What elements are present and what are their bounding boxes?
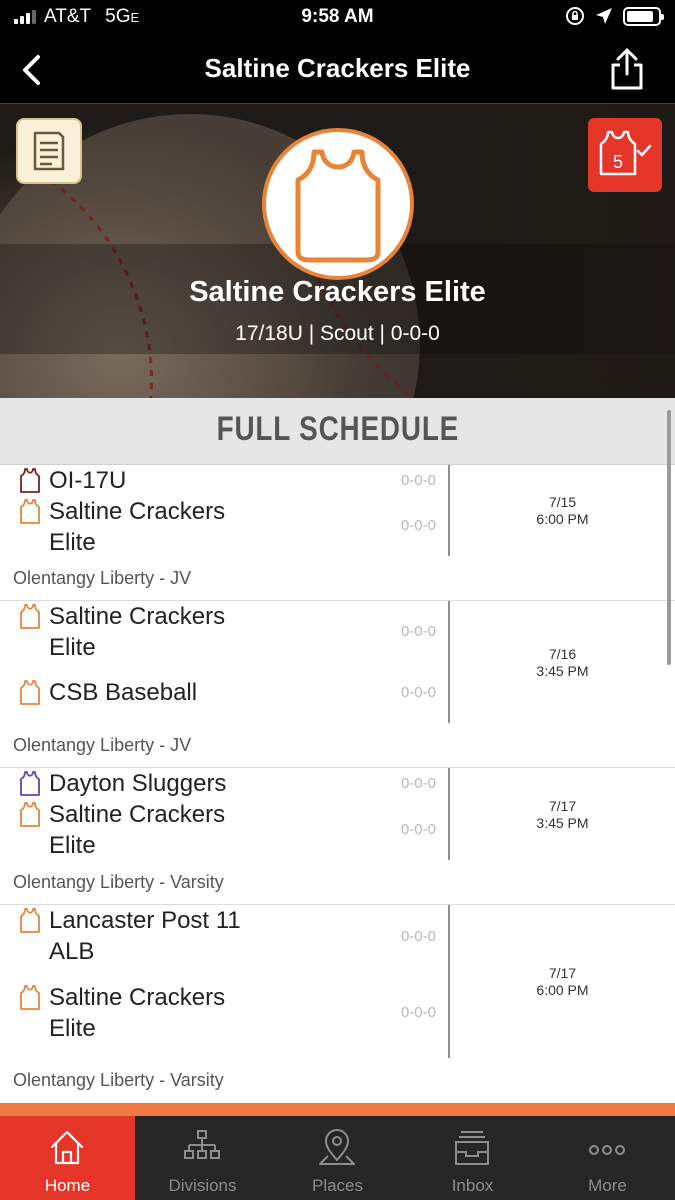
jersey-check-icon: 5 xyxy=(599,130,652,176)
team-name: CSB Baseball xyxy=(49,679,198,706)
tab-places[interactable]: Places xyxy=(270,1116,405,1200)
scrollbar[interactable] xyxy=(667,410,671,665)
status-bar: AT&T 5GE 9:58 AM xyxy=(0,0,675,36)
game-hour: 3:45 PM xyxy=(536,815,589,831)
tab-bar: Home Divisions Places Inbox More xyxy=(0,1116,675,1200)
tab-label: Places xyxy=(311,1176,364,1195)
tab-label: Divisions xyxy=(168,1176,237,1195)
jersey-icon xyxy=(20,680,40,705)
team-entry[interactable]: Saltine Crackers Elite xyxy=(18,496,258,558)
team-name: Saltine Crackers Elite xyxy=(49,498,226,556)
team-entry[interactable]: Saltine Crackers Elite xyxy=(18,799,258,861)
team-record: 0-0-0 xyxy=(400,1004,436,1021)
team-name: Saltine Crackers Elite xyxy=(49,801,226,859)
game-hour: 6:00 PM xyxy=(536,511,589,527)
jersey-icon xyxy=(20,802,40,827)
game-venue: Olentangy Liberty - JV xyxy=(13,735,192,755)
orientation-lock-icon xyxy=(566,7,584,25)
team-record: 0-0-0 xyxy=(400,472,436,489)
notes-icon xyxy=(33,131,65,171)
game-venue: Olentangy Liberty - JV xyxy=(13,568,192,588)
game-time: 7/15 6:00 PM xyxy=(450,494,675,528)
game-time: 7/16 3:45 PM xyxy=(450,646,675,680)
team-record: 0-0-0 xyxy=(400,623,436,640)
tab-divisions[interactable]: Divisions xyxy=(135,1116,270,1200)
page-title: Saltine Crackers Elite xyxy=(204,53,471,83)
game-date: 7/15 xyxy=(548,494,577,510)
team-meta: 17/18U | Scout | 0-0-0 xyxy=(235,322,440,345)
home-icon xyxy=(50,1130,84,1165)
schedule-header: FULL SCHEDULE xyxy=(0,398,675,465)
jersey-icon xyxy=(20,771,40,796)
team-logo xyxy=(262,128,414,280)
game-venue: Olentangy Liberty - Varsity xyxy=(13,872,224,892)
team-entry[interactable]: Saltine Crackers Elite xyxy=(18,601,258,663)
team-record: 0-0-0 xyxy=(400,821,436,838)
team-entry[interactable]: Dayton Sluggers xyxy=(18,768,258,799)
game-date: 7/16 xyxy=(548,646,577,662)
team-record: 0-0-0 xyxy=(400,775,436,792)
team-name: Dayton Sluggers xyxy=(49,770,227,797)
team-entry[interactable]: OI-17U xyxy=(18,465,258,496)
team-entry[interactable]: Lancaster Post 11 ALB xyxy=(18,905,258,967)
nav-bar: Saltine Crackers Elite xyxy=(0,36,675,104)
game-row[interactable]: Lancaster Post 11 ALB Saltine Crackers E… xyxy=(0,905,675,1103)
roster-count: 5 xyxy=(613,152,623,172)
team-entry[interactable]: Saltine Crackers Elite xyxy=(18,982,258,1044)
jersey-icon xyxy=(20,908,40,933)
tab-more[interactable]: More xyxy=(540,1116,675,1200)
map-pin-icon xyxy=(319,1129,355,1165)
status-right xyxy=(565,6,664,26)
team-name: Lancaster Post 11 ALB xyxy=(49,907,241,965)
location-icon xyxy=(596,8,612,24)
schedule-title: FULL SCHEDULE xyxy=(216,410,459,448)
game-hour: 3:45 PM xyxy=(536,663,589,679)
team-name: Saltine Crackers Elite xyxy=(189,276,486,308)
team-record: 0-0-0 xyxy=(400,517,436,534)
team-record: 0-0-0 xyxy=(400,684,436,701)
tab-label: More xyxy=(588,1176,627,1195)
game-row[interactable]: OI-17U Saltine Crackers Elite 0-0-0 0-0-… xyxy=(0,465,675,601)
team-entry[interactable]: CSB Baseball xyxy=(18,677,258,708)
orange-divider xyxy=(0,1103,675,1116)
battery-icon xyxy=(623,6,664,26)
game-date: 7/17 xyxy=(548,798,577,814)
game-time: 7/17 6:00 PM xyxy=(450,965,675,999)
team-record: 0-0-0 xyxy=(400,928,436,945)
team-name: Saltine Crackers Elite xyxy=(49,603,226,661)
inbox-icon xyxy=(455,1131,489,1165)
team-name: OI-17U xyxy=(49,467,127,494)
jersey-icon xyxy=(295,149,381,263)
team-hero: 5 Saltine Crackers Elite 17/18U | Scout … xyxy=(0,104,675,398)
game-hour: 6:00 PM xyxy=(536,982,589,998)
notes-button[interactable] xyxy=(16,118,82,184)
jersey-icon xyxy=(20,468,40,493)
tab-inbox[interactable]: Inbox xyxy=(405,1116,540,1200)
game-row[interactable]: Saltine Crackers Elite CSB Baseball 0-0-… xyxy=(0,601,675,768)
game-row[interactable]: Dayton Sluggers Saltine Crackers Elite 0… xyxy=(0,768,675,905)
game-date: 7/17 xyxy=(548,965,577,981)
tab-home[interactable]: Home xyxy=(0,1116,135,1200)
team-name: Saltine Crackers Elite xyxy=(49,984,226,1042)
tab-label: Inbox xyxy=(451,1176,494,1195)
share-icon[interactable] xyxy=(607,46,647,92)
jersey-icon xyxy=(20,499,40,524)
roster-button[interactable]: 5 xyxy=(588,118,662,192)
tab-label: Home xyxy=(44,1176,91,1195)
jersey-icon xyxy=(20,604,40,629)
jersey-icon xyxy=(20,985,40,1010)
game-time: 7/17 3:45 PM xyxy=(450,798,675,832)
game-venue: Olentangy Liberty - Varsity xyxy=(13,1070,224,1090)
bracket-icon xyxy=(184,1130,220,1159)
more-icon xyxy=(589,1145,625,1155)
